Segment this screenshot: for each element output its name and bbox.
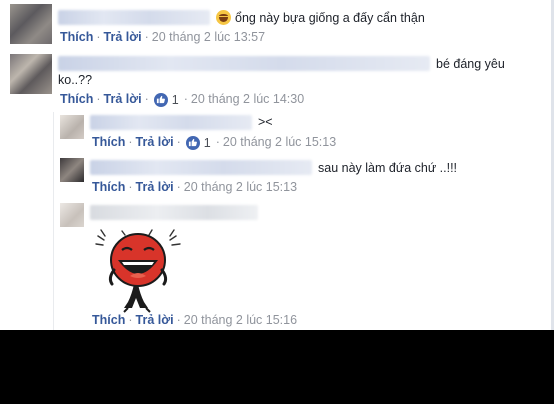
timestamp[interactable]: 20 tháng 2 lúc 15:16: [184, 313, 297, 327]
laughing-emoji-icon: [216, 10, 231, 25]
comment-thread: ổng này bựa giống a đấy cẩn thận Thích · T…: [0, 0, 554, 330]
avatar[interactable]: [10, 54, 52, 94]
reply-link[interactable]: Trả lời: [136, 313, 174, 327]
redacted-comment-text: [58, 56, 430, 71]
reply-actions: Thích · Trả lời · 20 tháng 2 lúc 15:13: [92, 180, 298, 194]
avatar[interactable]: [60, 158, 84, 182]
avatar[interactable]: [60, 115, 84, 139]
like-link[interactable]: Thích: [92, 135, 125, 149]
black-letterbox: [0, 330, 554, 404]
like-link[interactable]: Thích: [92, 313, 125, 327]
reply-thread-line: [53, 112, 54, 330]
reaction-count[interactable]: 1: [185, 135, 211, 150]
thumbs-up-icon: [153, 92, 168, 107]
redacted-reply-text: [90, 115, 252, 130]
comment-text: ổng này bựa giống a đấy cẩn thận: [216, 10, 425, 25]
reaction-count[interactable]: 1: [153, 92, 179, 107]
like-link[interactable]: Thích: [60, 30, 93, 44]
timestamp[interactable]: 20 tháng 2 lúc 15:13: [223, 135, 336, 149]
reply-link[interactable]: Trả lời: [104, 30, 142, 44]
reply-link[interactable]: Trả lời: [136, 135, 174, 149]
timestamp[interactable]: 20 tháng 2 lúc 15:13: [184, 180, 297, 194]
reply-text: ><: [258, 115, 273, 129]
redacted-reply-text: [90, 160, 312, 175]
thumbs-up-icon: [185, 135, 200, 150]
comment-actions: Thích · Trả lời · 20 tháng 2 lúc 13:57: [60, 30, 266, 44]
reply-actions: Thích · Trả lời · 1 · 20 tháng 2 lúc 15:13: [92, 135, 337, 150]
avatar[interactable]: [60, 203, 84, 227]
reply-text: sau này làm đứa chứ ..!!!: [318, 161, 458, 175]
redacted-author-name[interactable]: [90, 205, 258, 220]
redacted-author-name[interactable]: [58, 10, 210, 25]
reply-link[interactable]: Trả lời: [136, 180, 174, 194]
timestamp[interactable]: 20 tháng 2 lúc 13:57: [152, 30, 265, 44]
comment-text: bé đáng yêu: [436, 57, 505, 71]
like-link[interactable]: Thích: [60, 92, 93, 106]
reply-actions: Thích · Trả lời · 20 tháng 2 lúc 15:16: [92, 313, 298, 327]
laughing-sticker: [95, 229, 181, 313]
timestamp[interactable]: 20 tháng 2 lúc 14:30: [191, 92, 304, 106]
avatar[interactable]: [10, 4, 52, 44]
comment-text-line2: ko..??: [58, 73, 93, 87]
reply-link[interactable]: Trả lời: [104, 92, 142, 106]
comment-actions: Thích · Trả lời · 1 · 20 tháng 2 lúc 14:30: [60, 92, 305, 107]
like-link[interactable]: Thích: [92, 180, 125, 194]
